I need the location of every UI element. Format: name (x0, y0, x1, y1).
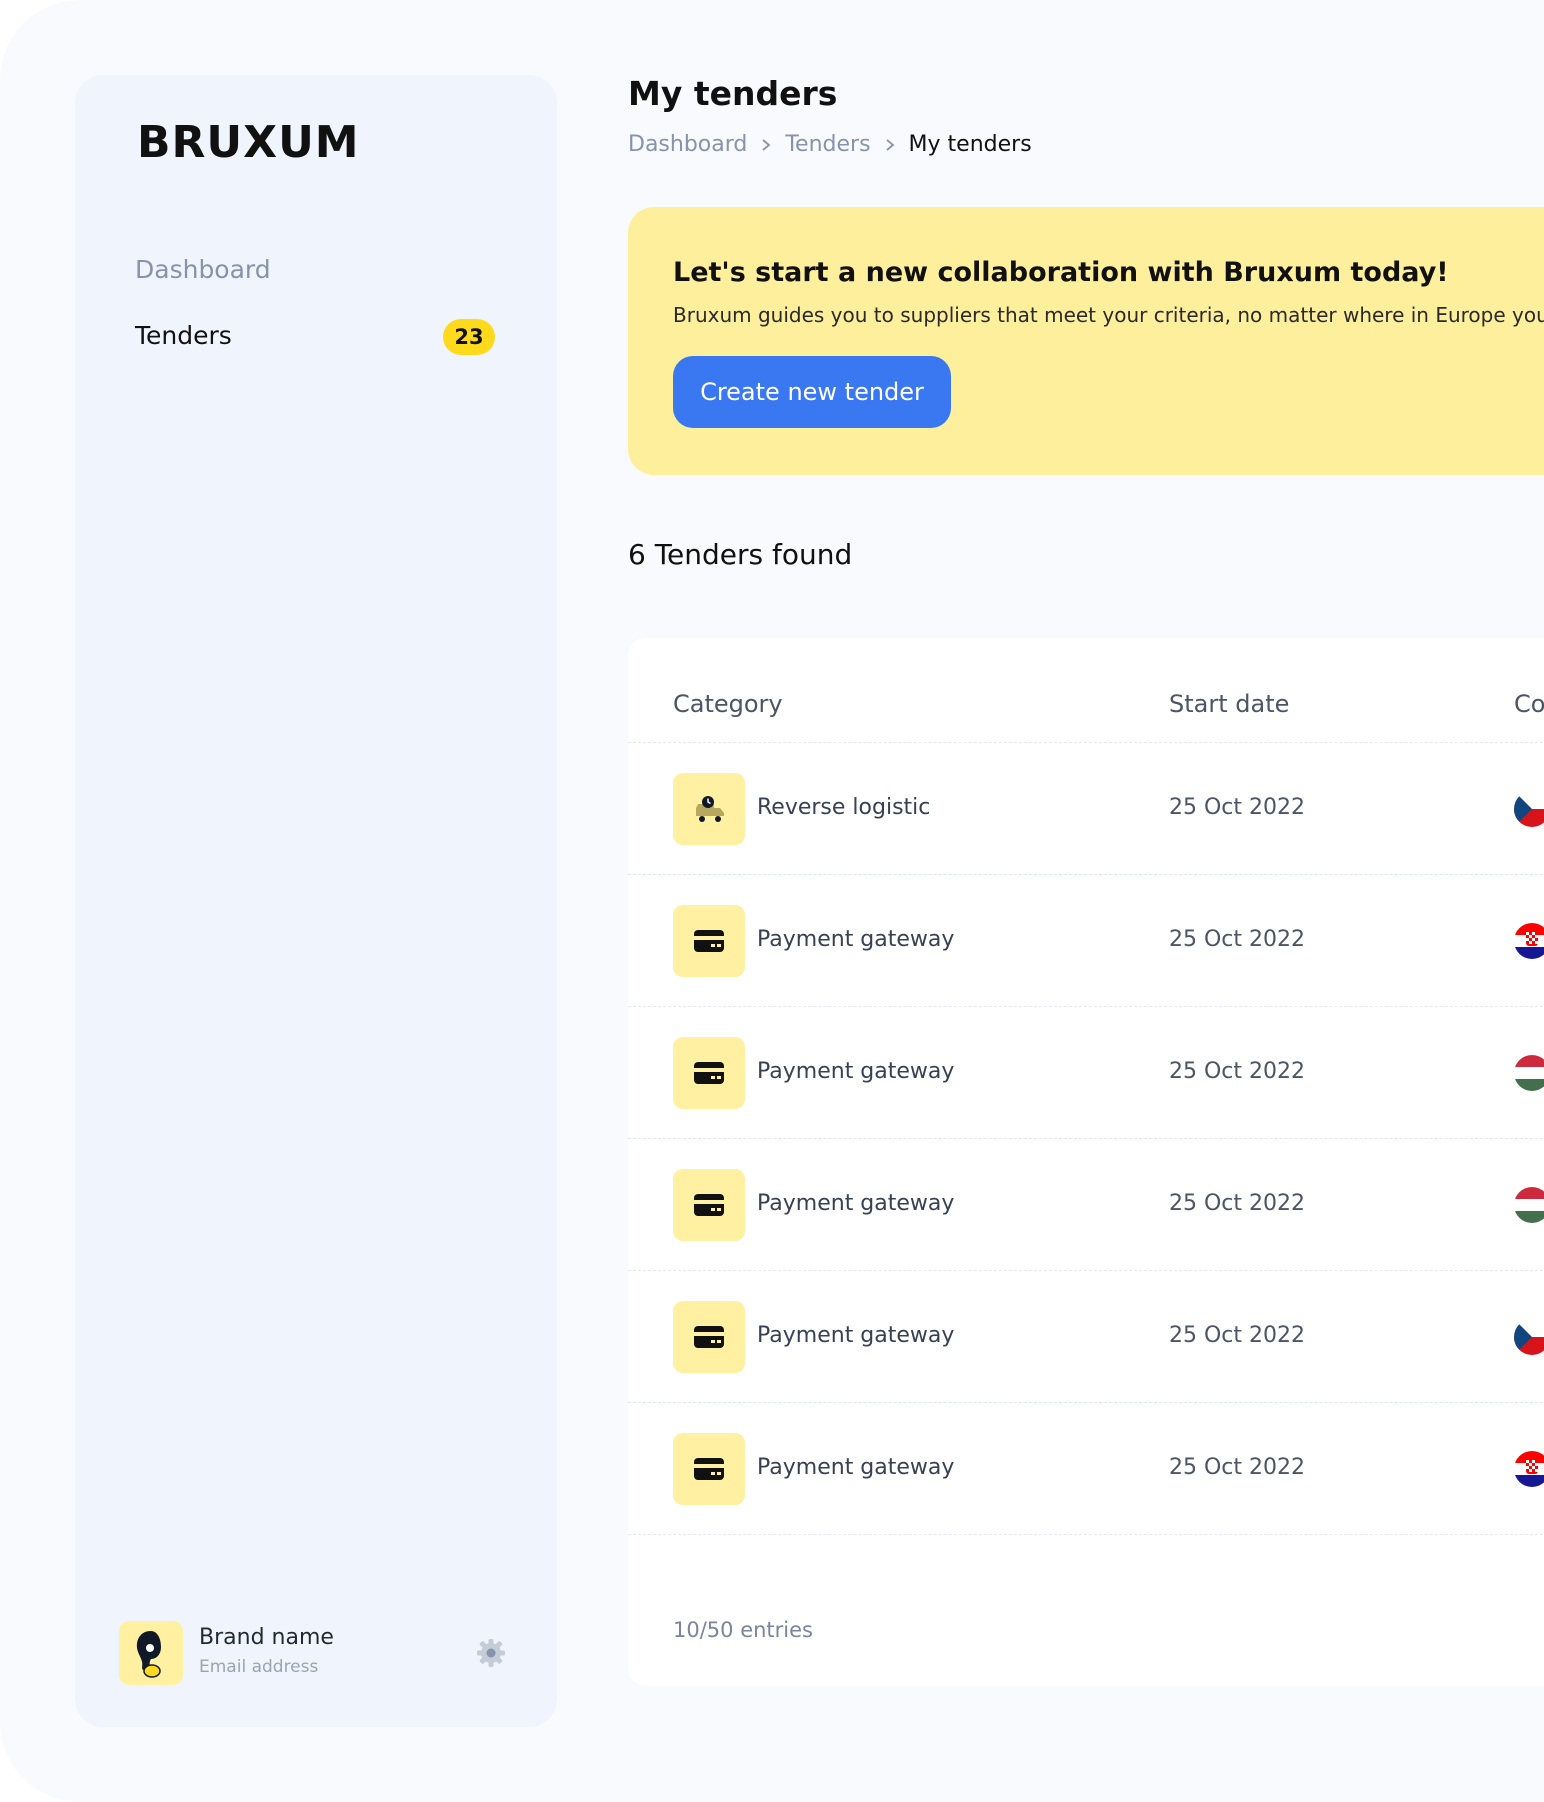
row-category: Payment gateway (757, 1191, 955, 1216)
croatia-flag-icon (1514, 1451, 1544, 1487)
sidebar-item-dashboard[interactable]: Dashboard (135, 255, 271, 284)
pagination-entries: 10/50 entries (673, 1618, 813, 1642)
row-category: Payment gateway (757, 927, 955, 952)
banner-text: Bruxum guides you to suppliers that meet… (673, 303, 1544, 327)
create-new-tender-button[interactable]: Create new tender (673, 356, 951, 428)
row-start-date: 25 Oct 2022 (1169, 795, 1306, 820)
column-header-country[interactable]: Co (1514, 690, 1544, 718)
breadcrumb: Dashboard Tenders My tenders (628, 132, 1032, 157)
user-name: Brand name (199, 1625, 334, 1650)
table-row[interactable]: Payment gateway 25 Oct 2022 (628, 1271, 1544, 1403)
credit-card-icon (673, 1301, 745, 1373)
table-row[interactable]: Payment gateway 25 Oct 2022 (628, 1403, 1544, 1535)
credit-card-icon (673, 1433, 745, 1505)
banner-title: Let's start a new collaboration with Bru… (673, 257, 1449, 288)
truck-icon (673, 773, 745, 845)
breadcrumb-current: My tenders (908, 132, 1032, 157)
column-header-category[interactable]: Category (673, 690, 783, 718)
user-avatar-icon (136, 1631, 161, 1678)
croatia-flag-icon (1514, 923, 1544, 959)
credit-card-icon (673, 905, 745, 977)
breadcrumb-dashboard[interactable]: Dashboard (628, 132, 747, 157)
table-row[interactable]: Payment gateway 25 Oct 2022 (628, 875, 1544, 1007)
chevron-right-icon (762, 138, 771, 151)
results-count: 6 Tenders found (628, 538, 853, 571)
column-header-start-date[interactable]: Start date (1169, 690, 1289, 718)
row-category: Payment gateway (757, 1455, 955, 1480)
row-category: Payment gateway (757, 1059, 955, 1084)
table-row[interactable]: Payment gateway 25 Oct 2022 (628, 1007, 1544, 1139)
row-start-date: 25 Oct 2022 (1169, 1455, 1306, 1480)
row-start-date: 25 Oct 2022 (1169, 1059, 1306, 1084)
user-email: Email address (199, 1657, 319, 1677)
row-start-date: 25 Oct 2022 (1169, 1323, 1306, 1348)
tenders-count-badge: 23 (443, 319, 495, 355)
czech-flag-icon (1514, 1319, 1544, 1355)
credit-card-icon (673, 1037, 745, 1109)
hungary-flag-icon (1514, 1187, 1544, 1223)
hungary-flag-icon (1514, 1055, 1544, 1091)
table-row[interactable]: Payment gateway 25 Oct 2022 (628, 1139, 1544, 1271)
row-category: Reverse logistic (757, 795, 931, 820)
tenders-table: Category Start date Co Reverse logistic … (628, 638, 1544, 1686)
brand-logo[interactable]: BRUXUM (137, 117, 360, 168)
table-row[interactable]: Reverse logistic 25 Oct 2022 (628, 743, 1544, 875)
czech-flag-icon (1514, 791, 1544, 827)
breadcrumb-tenders[interactable]: Tenders (785, 132, 870, 157)
row-start-date: 25 Oct 2022 (1169, 1191, 1306, 1216)
promo-banner: Let's start a new collaboration with Bru… (628, 207, 1544, 475)
page-title: My tenders (628, 74, 838, 113)
app-frame: BRUXUM Dashboard Tenders 23 Brand name E… (0, 0, 1544, 1802)
chevron-right-icon (885, 138, 894, 151)
row-start-date: 25 Oct 2022 (1169, 927, 1306, 952)
credit-card-icon (673, 1169, 745, 1241)
avatar[interactable] (119, 1621, 183, 1685)
sidebar: BRUXUM Dashboard Tenders 23 Brand name E… (75, 75, 557, 1727)
sidebar-item-tenders[interactable]: Tenders (135, 321, 232, 350)
gear-icon[interactable] (475, 1637, 507, 1669)
row-category: Payment gateway (757, 1323, 955, 1348)
